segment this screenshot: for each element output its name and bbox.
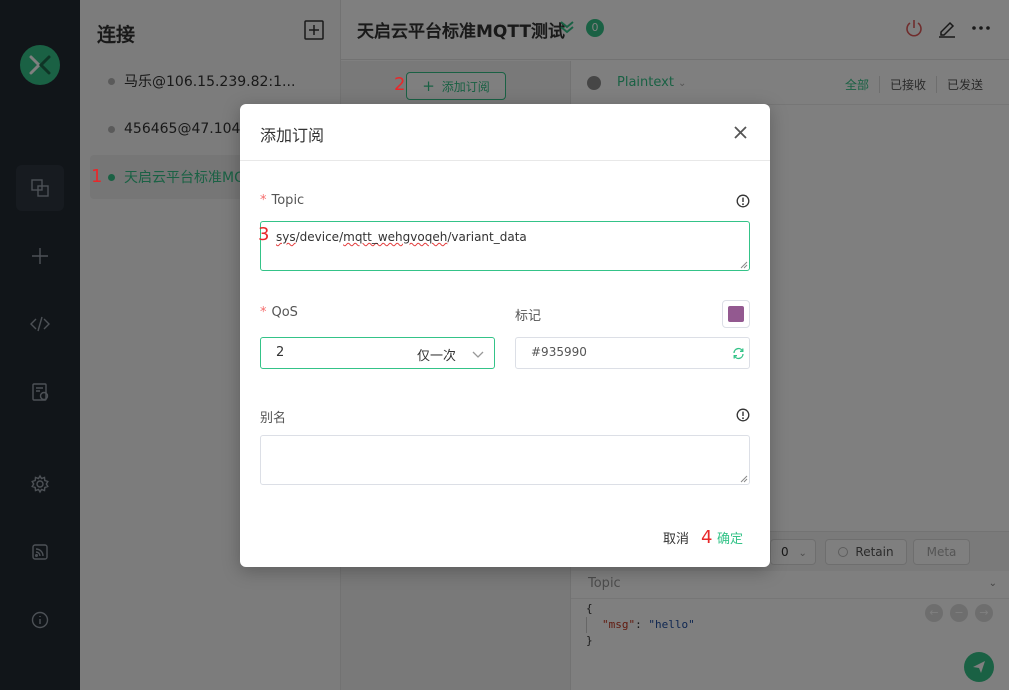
required-asterisk: * xyxy=(260,305,267,320)
qos-select-description: 仅一次 xyxy=(417,349,457,364)
tag-color-value: #935990 xyxy=(531,345,587,359)
chevron-down-icon xyxy=(472,351,484,358)
qos-select-value: 2 xyxy=(276,345,285,360)
close-icon[interactable] xyxy=(734,126,747,143)
topic-segment: sys xyxy=(276,230,296,244)
alias-field-label: 别名 xyxy=(260,411,287,426)
resize-handle-icon[interactable] xyxy=(740,261,748,269)
annotation-number: 2 xyxy=(394,74,406,95)
tag-field-label: 标记 xyxy=(515,309,542,324)
refresh-icon[interactable] xyxy=(732,347,745,360)
alias-input[interactable] xyxy=(260,435,750,485)
cancel-button[interactable]: 取消 xyxy=(663,528,689,547)
topic-label-text: Topic xyxy=(271,193,305,208)
topic-segment: mqtt_wehgvoqeh xyxy=(343,230,448,244)
topic-segment: /variant_data xyxy=(447,230,527,244)
color-swatch xyxy=(728,306,744,322)
divider xyxy=(240,160,770,161)
qos-select[interactable]: 2 仅一次 xyxy=(260,337,495,369)
color-picker[interactable] xyxy=(722,300,750,328)
topic-segment: /device/ xyxy=(295,230,344,244)
topic-input[interactable]: sys/device/mqtt_wehgvoqeh/variant_data xyxy=(260,221,750,271)
info-icon[interactable] xyxy=(736,194,750,212)
topic-field-label: * Topic xyxy=(260,193,304,208)
required-asterisk: * xyxy=(260,193,267,208)
qos-label-text: QoS xyxy=(271,305,298,320)
annotation-number: 4 xyxy=(701,527,713,548)
qos-field-label: * QoS xyxy=(260,305,298,320)
info-icon[interactable] xyxy=(736,408,750,426)
topic-input-value: sys/device/mqtt_wehgvoqeh/variant_data xyxy=(276,230,527,244)
confirm-button[interactable]: 确定 xyxy=(717,528,743,547)
annotation-number: 1 xyxy=(91,166,103,187)
annotation-number: 3 xyxy=(258,224,270,245)
resize-handle-icon[interactable] xyxy=(740,475,748,483)
add-subscription-dialog: 添加订阅 * Topic sys/device/mqtt_wehgvoqeh/va… xyxy=(240,104,770,567)
dialog-title: 添加订阅 xyxy=(260,126,325,145)
tag-color-input[interactable]: #935990 xyxy=(515,337,750,369)
